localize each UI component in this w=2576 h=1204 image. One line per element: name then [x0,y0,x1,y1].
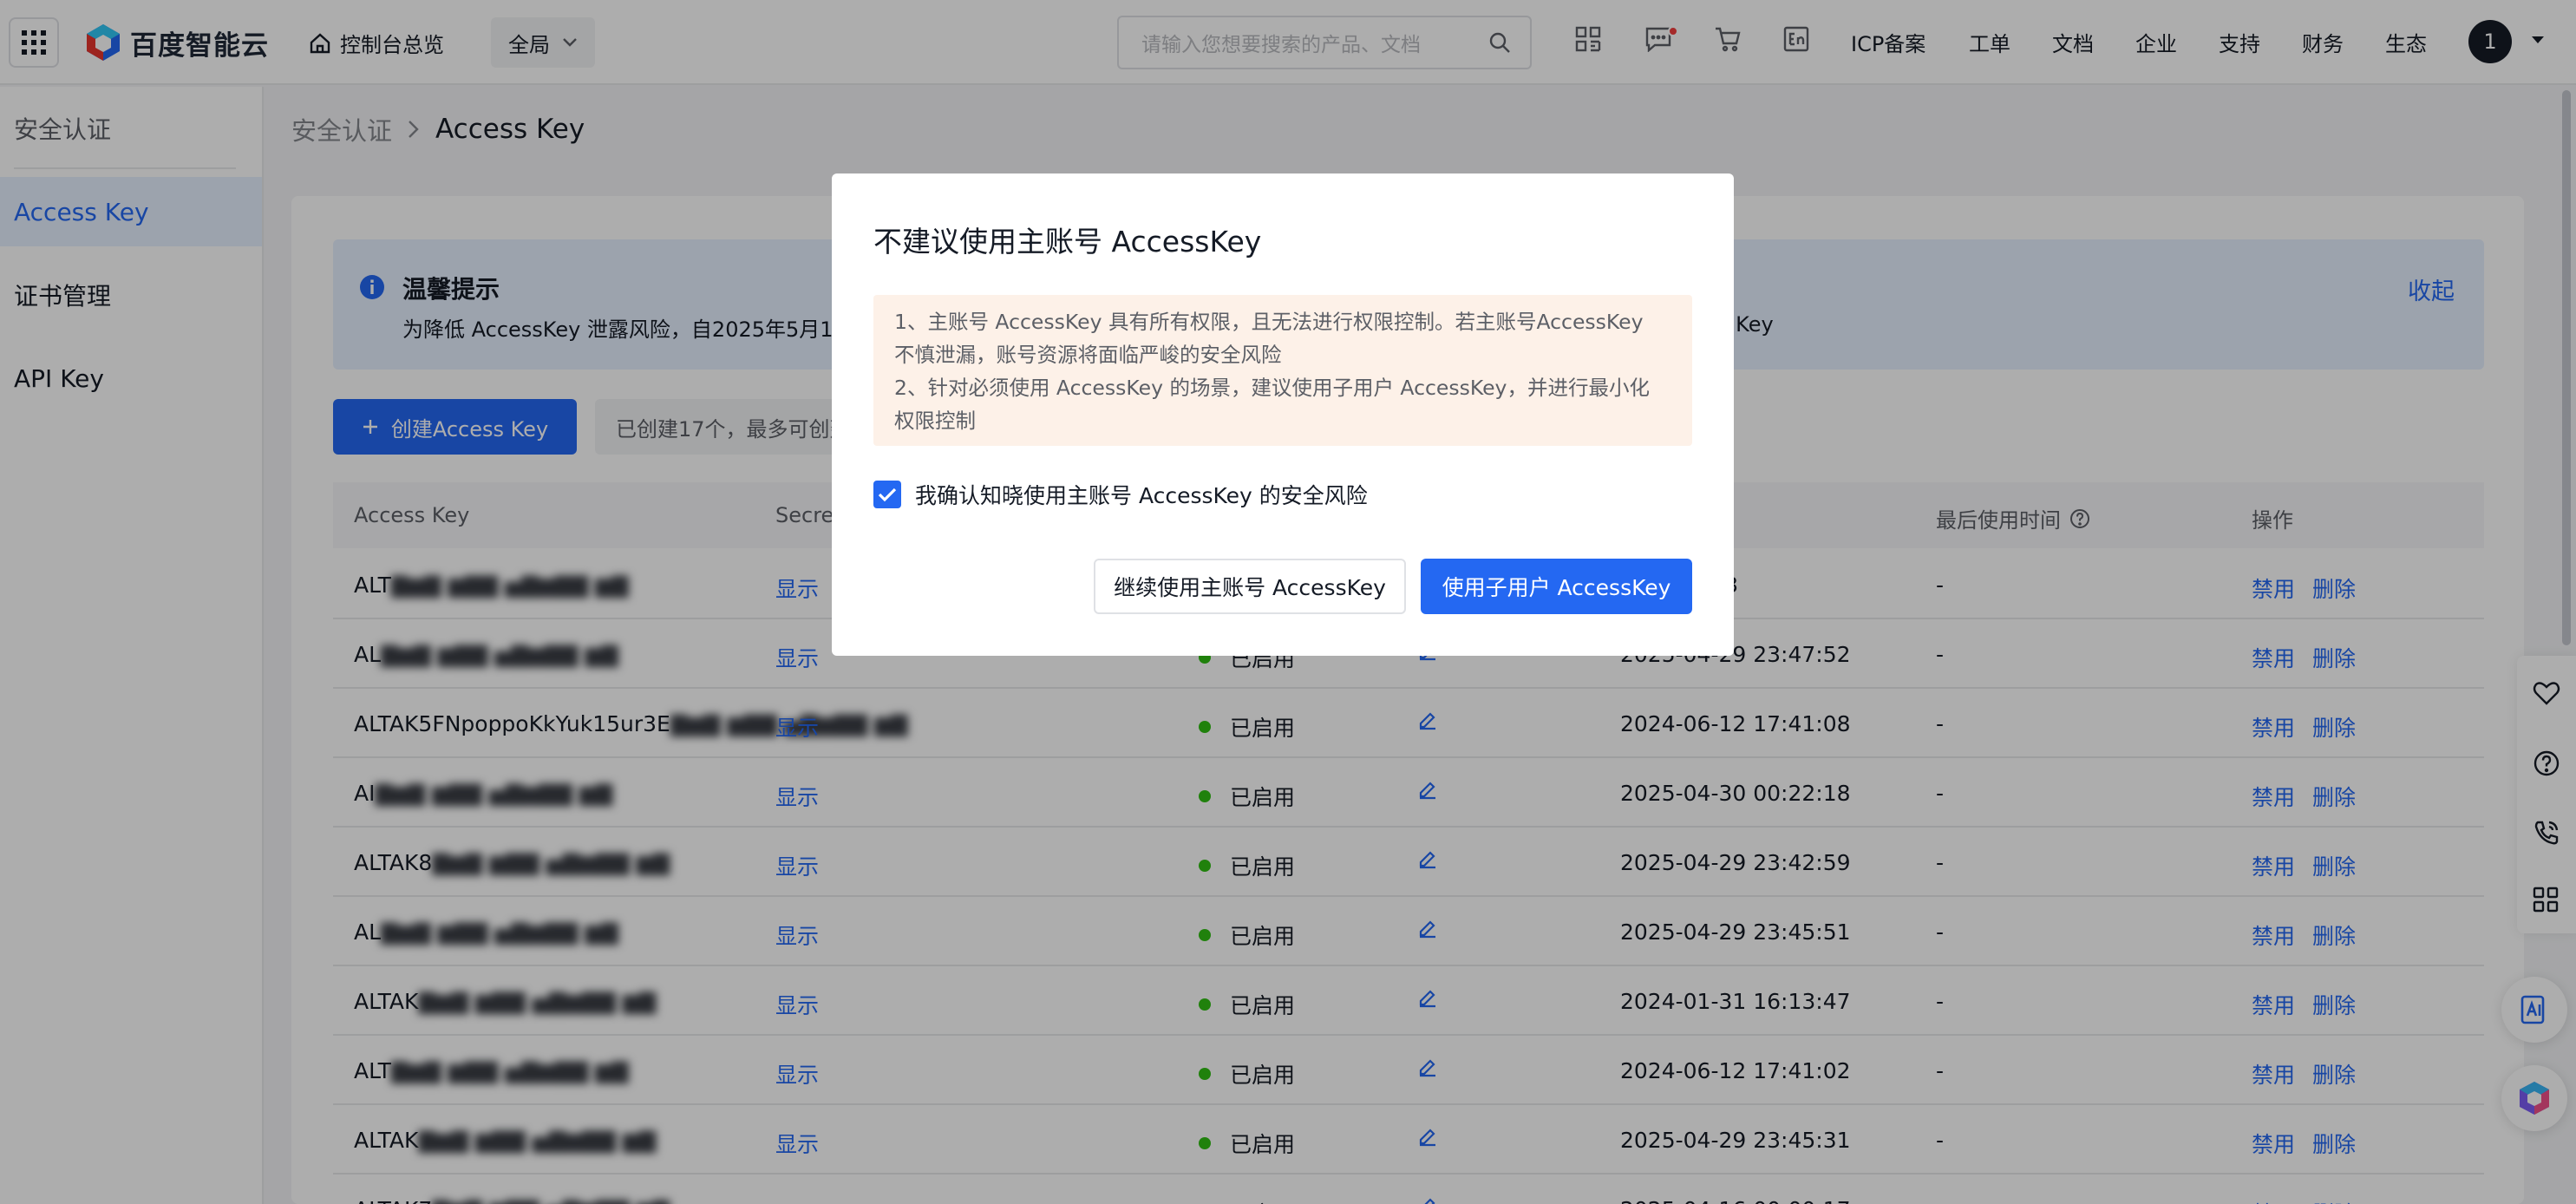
warning-line-3: 2、针对必须使用 AccessKey 的场景，建议使用子用户 AccessKey… [894,376,1650,400]
use-sub-user-button[interactable]: 使用子用户 AccessKey [1421,559,1692,614]
warning-line-1: 1、主账号 AccessKey 具有所有权限，且无法进行权限控制。若主账号Acc… [894,310,1644,334]
continue-main-account-button[interactable]: 继续使用主账号 AccessKey [1094,559,1406,614]
dialog-warning-box: 1、主账号 AccessKey 具有所有权限，且无法进行权限控制。若主账号Acc… [873,295,1692,446]
risk-confirm-checkbox[interactable]: 我确认知晓使用主账号 AccessKey 的安全风险 [873,479,1368,510]
checkbox-label: 我确认知晓使用主账号 AccessKey 的安全风险 [915,483,1368,508]
warning-line-2: 不慎泄漏，账号资源将面临严峻的安全风险 [894,343,1282,367]
dialog-title: 不建议使用主账号 AccessKey [873,225,1262,258]
warning-line-4: 权限控制 [894,409,976,433]
warning-dialog: 不建议使用主账号 AccessKey 1、主账号 AccessKey 具有所有权… [832,173,1734,656]
checkbox-checked-icon[interactable] [873,481,901,508]
